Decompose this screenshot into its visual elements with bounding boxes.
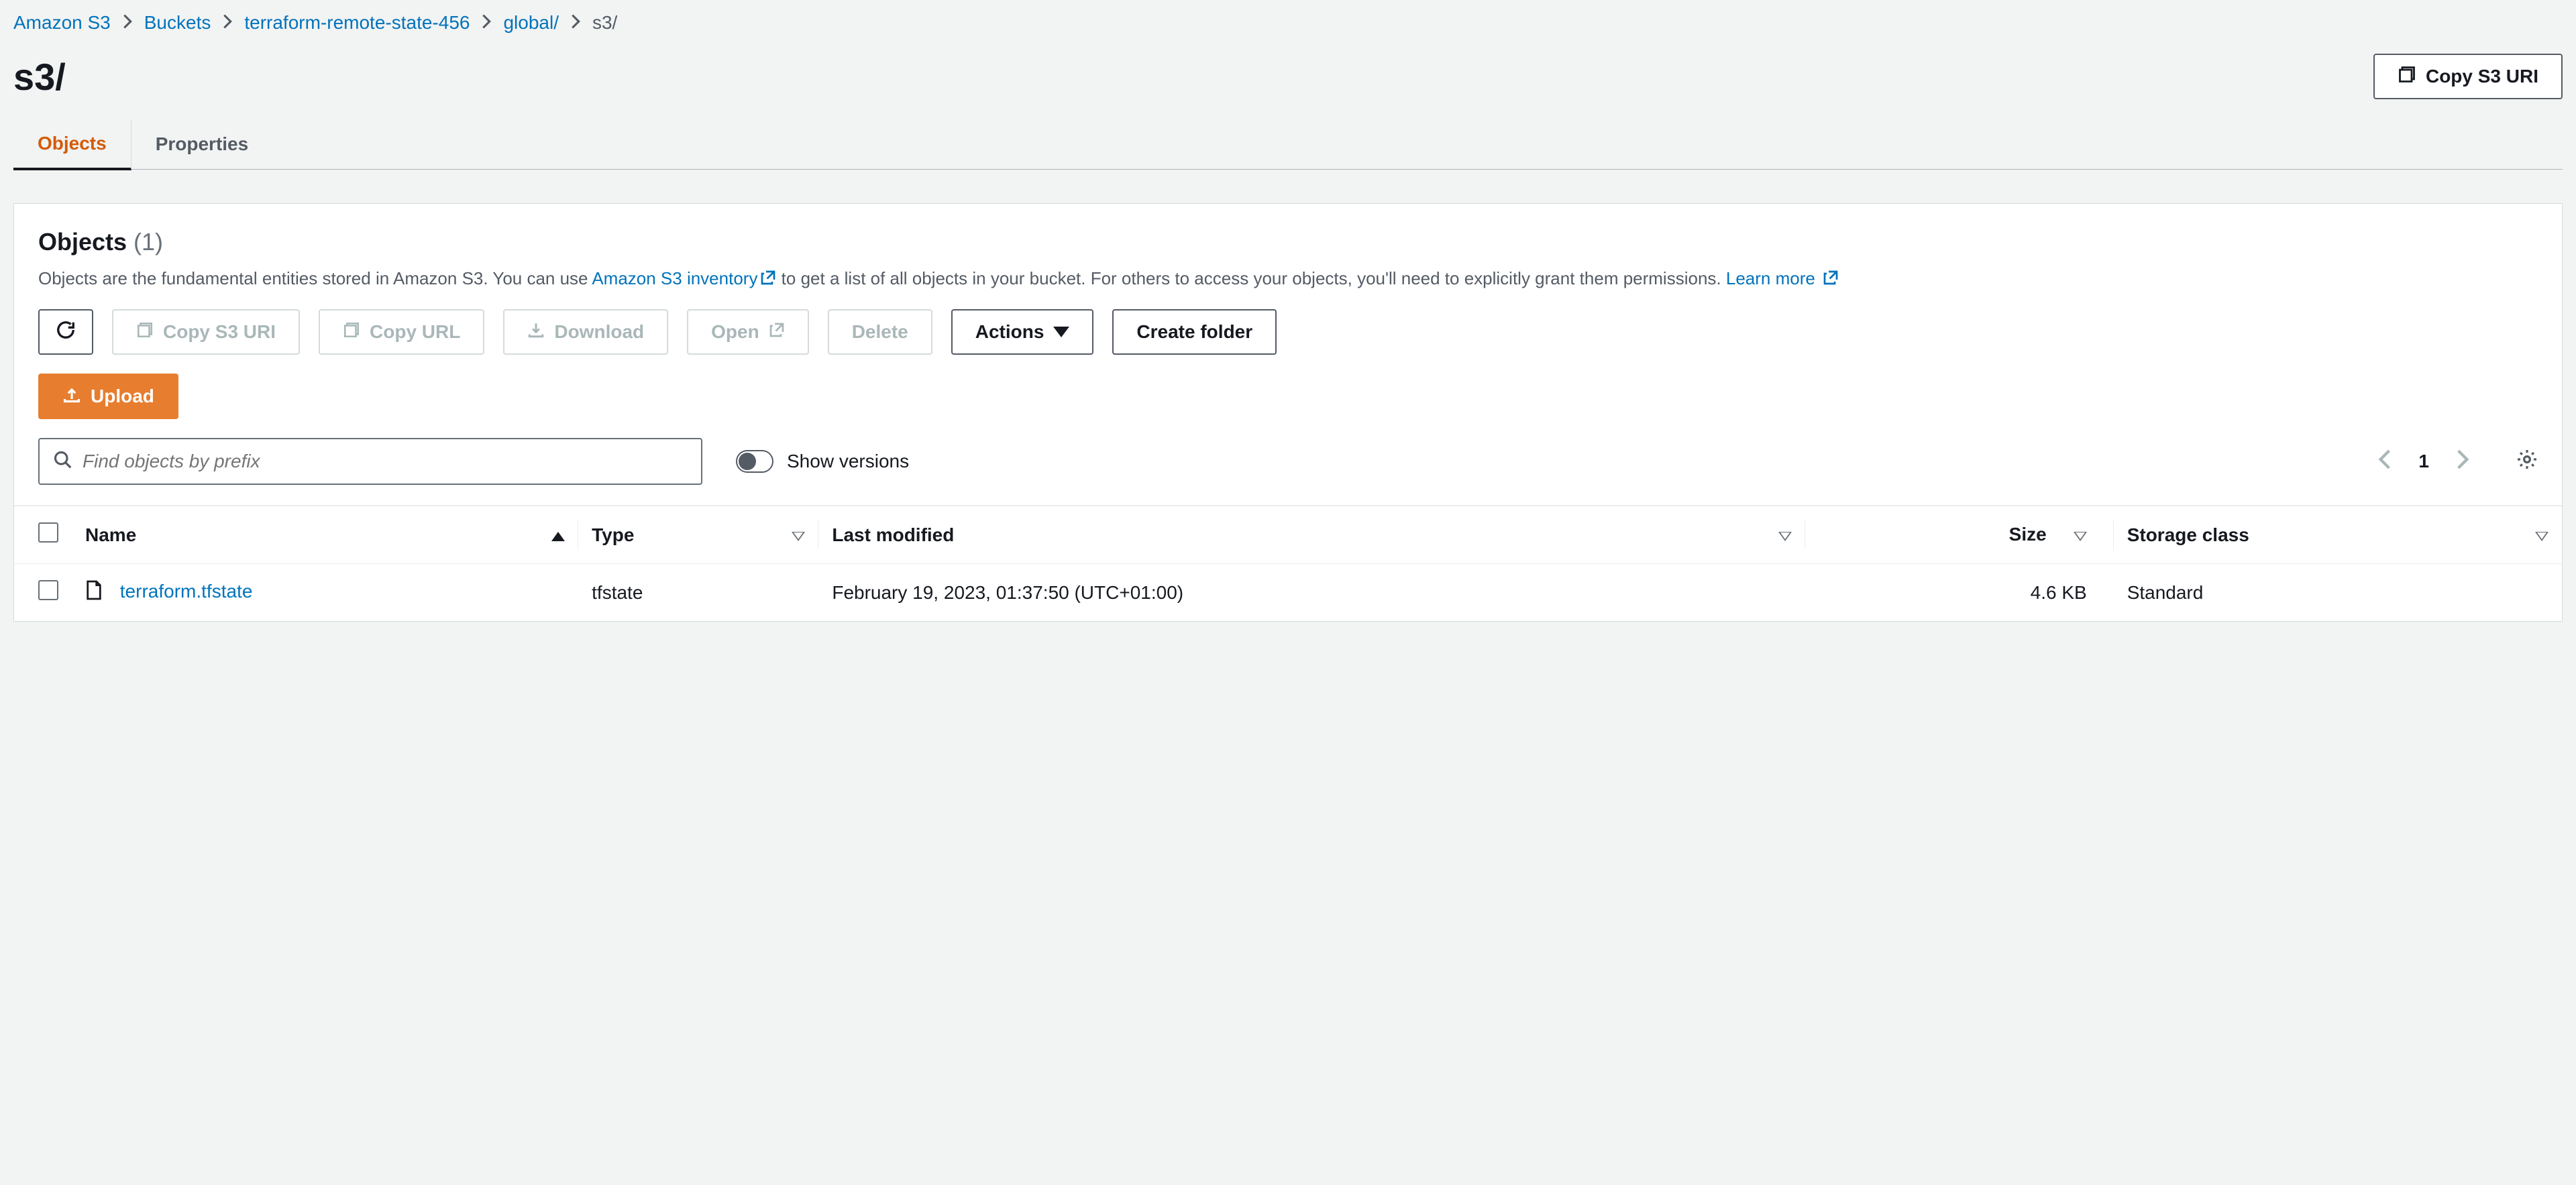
settings-button[interactable] [2516,449,2538,475]
search-row: Show versions 1 [38,438,2538,485]
object-link[interactable]: terraform.tfstate [120,581,253,602]
toggle-label: Show versions [787,451,909,472]
copy-url-button[interactable]: Copy URL [319,309,484,355]
table-row: terraform.tfstate tfstate February 19, 2… [14,564,2562,622]
panel-header: Objects (1) [38,228,2538,256]
show-versions-toggle[interactable]: Show versions [736,450,909,473]
learn-more-link[interactable]: Learn more [1726,268,1815,288]
external-link-icon [760,267,776,293]
copy-icon [136,321,154,343]
external-link-icon [1823,267,1839,293]
upload-button[interactable]: Upload [38,374,178,419]
button-label: Actions [975,321,1044,343]
copy-s3-uri-button[interactable]: Copy S3 URI [112,309,300,355]
inventory-link[interactable]: Amazon S3 inventory [592,268,757,288]
button-label: Copy URL [370,321,460,343]
download-icon [527,321,545,343]
sort-icon [2535,524,2548,546]
file-icon [85,583,103,604]
col-label: Storage class [2127,524,2249,545]
caret-down-icon [1053,327,1069,337]
col-label: Last modified [832,524,954,545]
col-type[interactable]: Type [578,506,818,564]
pagination: 1 [2378,449,2538,475]
row-checkbox[interactable] [38,580,58,600]
sort-icon [792,524,805,546]
desc-text: to get a list of all objects in your buc… [776,268,1725,288]
panel-heading: Objects [38,228,127,256]
page-number: 1 [2418,451,2429,472]
chevron-right-icon [571,12,580,34]
button-label: Download [554,321,644,343]
button-label: Copy S3 URI [163,321,276,343]
cell-storage-class: Standard [2114,564,2562,622]
tab-properties[interactable]: Properties [131,120,273,168]
page-title: s3/ [13,55,66,99]
tab-objects[interactable]: Objects [13,119,131,170]
sort-asc-icon [551,524,565,546]
action-bar-2: Upload [38,374,2538,419]
button-label: Upload [91,386,154,407]
col-label: Type [592,524,634,545]
upload-icon [62,385,81,408]
col-label: Size [2009,524,2047,545]
col-label: Name [85,524,136,545]
toggle-switch[interactable] [736,450,773,473]
breadcrumb-item[interactable]: Amazon S3 [13,12,111,34]
copy-s3-uri-button[interactable]: Copy S3 URI [2373,54,2563,99]
chevron-right-icon [123,12,132,34]
button-label: Create folder [1136,321,1252,343]
objects-table: Name Type Last modified Size Storage cla… [14,505,2562,621]
breadcrumb: Amazon S3 Buckets terraform-remote-state… [0,0,2576,40]
col-storage-class[interactable]: Storage class [2114,506,2562,564]
actions-dropdown[interactable]: Actions [951,309,1094,355]
objects-panel: Objects (1) Objects are the fundamental … [13,203,2563,622]
panel-description: Objects are the fundamental entities sto… [38,266,2538,293]
title-row: s3/ Copy S3 URI [0,40,2576,119]
desc-text: Objects are the fundamental entities sto… [38,268,592,288]
button-label: Copy S3 URI [2426,66,2538,87]
create-folder-button[interactable]: Create folder [1112,309,1277,355]
breadcrumb-item[interactable]: terraform-remote-state-456 [244,12,470,34]
prev-page-button[interactable] [2378,449,2392,474]
breadcrumb-item-current: s3/ [592,12,617,34]
copy-icon [343,321,360,343]
breadcrumb-item[interactable]: Buckets [144,12,211,34]
search-icon [53,450,72,473]
col-name[interactable]: Name [72,506,578,564]
cell-type: tfstate [578,564,818,622]
cell-last-modified: February 19, 2023, 01:37:50 (UTC+01:00) [818,564,1805,622]
breadcrumb-item[interactable]: global/ [503,12,559,34]
tabs: Objects Properties [13,119,2563,170]
search-input[interactable] [83,451,688,472]
next-page-button[interactable] [2456,449,2469,474]
cell-size: 4.6 KB [1805,564,2113,622]
external-link-icon [769,321,785,343]
copy-icon [2398,65,2416,89]
open-button[interactable]: Open [687,309,809,355]
button-label: Open [711,321,759,343]
refresh-button[interactable] [38,309,93,355]
refresh-icon [56,320,76,345]
sort-icon [2074,524,2087,546]
search-box[interactable] [38,438,702,485]
chevron-right-icon [482,12,491,34]
button-label: Delete [852,321,908,343]
sort-icon [1778,524,1792,546]
col-last-modified[interactable]: Last modified [818,506,1805,564]
object-count: (1) [133,228,163,256]
download-button[interactable]: Download [503,309,668,355]
chevron-right-icon [223,12,232,34]
col-size[interactable]: Size [1805,506,2113,564]
action-bar: Copy S3 URI Copy URL Download Open Delet… [38,309,2538,355]
select-all-checkbox[interactable] [38,522,58,543]
gear-icon [2516,453,2538,474]
delete-button[interactable]: Delete [828,309,932,355]
